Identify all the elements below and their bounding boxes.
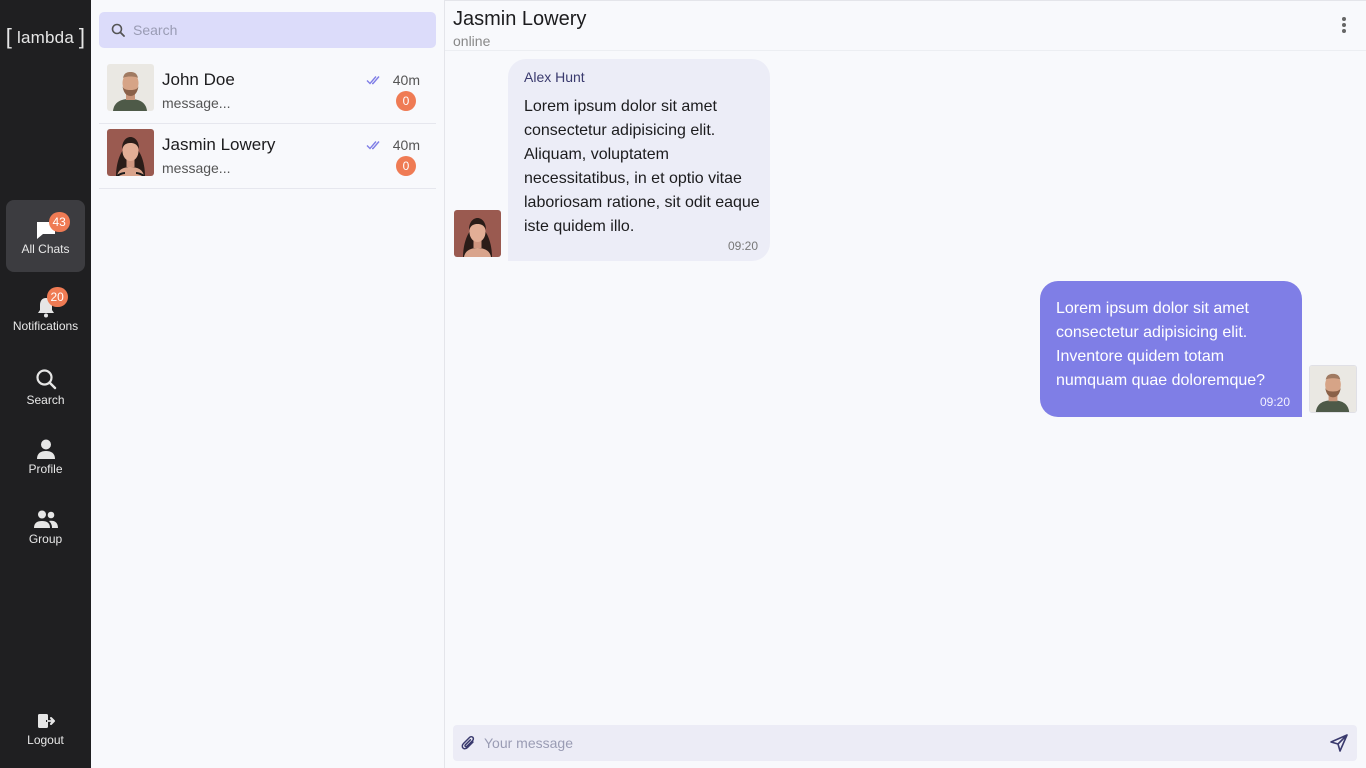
chat-preview: message... (162, 160, 231, 176)
sidebar-nav: [ lambda ] 43 All Chats 20 Notifications… (0, 0, 91, 768)
user-icon (35, 439, 57, 459)
logout-icon (37, 713, 55, 729)
avatar (107, 129, 154, 176)
search-icon (35, 368, 57, 390)
app-logo: [ lambda ] (5, 24, 86, 49)
chat-time: 40m (392, 72, 420, 88)
nav-notifications[interactable]: 20 Notifications (6, 287, 85, 340)
outgoing-message: Lorem ipsum dolor sit amet consectetur a… (1040, 281, 1302, 417)
nav-profile-label: Profile (28, 462, 63, 476)
double-check-icon (366, 72, 382, 90)
send-icon[interactable] (1329, 733, 1349, 758)
avatar (1309, 365, 1357, 413)
nav-group[interactable]: Group (6, 510, 85, 550)
message-composer (453, 725, 1357, 761)
nav-logout-label: Logout (27, 733, 64, 747)
message-input[interactable] (484, 725, 1304, 761)
paperclip-icon[interactable] (461, 734, 477, 757)
message-time: 09:20 (1259, 395, 1290, 409)
nav-profile[interactable]: Profile (6, 439, 85, 479)
unread-count-badge: 0 (396, 91, 416, 111)
incoming-message: Alex Hunt Lorem ipsum dolor sit amet con… (508, 59, 770, 261)
message-text: Lorem ipsum dolor sit amet consectetur a… (1056, 300, 1266, 389)
message-sender: Alex Hunt (524, 69, 585, 85)
avatar (454, 210, 501, 257)
chat-item-jasmin-lowery[interactable]: Jasmin Lowery message... 40m 0 (99, 125, 436, 189)
group-icon (33, 510, 58, 528)
nav-search[interactable]: Search (6, 368, 85, 408)
double-check-icon (366, 137, 382, 155)
unread-count-badge: 0 (396, 156, 416, 176)
search-bar (99, 12, 436, 48)
message-time: 09:20 (727, 239, 758, 253)
chat-name: Jasmin Lowery (162, 135, 276, 154)
all-chats-badge: 43 (48, 212, 70, 232)
chat-preview: message... (162, 95, 231, 111)
conversation-panel: Jasmin Lowery online Alex Hunt Lorem ips… (444, 0, 1366, 768)
nav-search-label: Search (26, 393, 65, 407)
nav-all-chats-label: All Chats (21, 242, 70, 256)
chat-icon: 43 (35, 212, 70, 240)
nav-logout[interactable]: Logout (6, 713, 85, 749)
more-vertical-icon[interactable] (1336, 15, 1352, 37)
nav-all-chats[interactable]: 43 All Chats (6, 200, 85, 272)
bell-icon: 20 (35, 287, 68, 318)
nav-group-label: Group (28, 532, 63, 546)
chat-list-panel: John Doe message... 40m 0 Jasmin Lowery … (91, 0, 444, 768)
conversation-title: Jasmin Lowery (453, 8, 587, 30)
avatar (107, 64, 154, 111)
presence-status: online (453, 33, 491, 49)
search-icon (111, 23, 125, 37)
notifications-badge: 20 (46, 287, 68, 307)
nav-notifications-label: Notifications (12, 319, 79, 333)
chat-item-john-doe[interactable]: John Doe message... 40m 0 (99, 60, 436, 124)
conversation-header: Jasmin Lowery online (445, 1, 1366, 51)
search-input[interactable] (133, 12, 423, 48)
message-text: Lorem ipsum dolor sit amet consectetur a… (524, 98, 760, 235)
chat-name: John Doe (162, 70, 235, 89)
chat-time: 40m (392, 137, 420, 153)
